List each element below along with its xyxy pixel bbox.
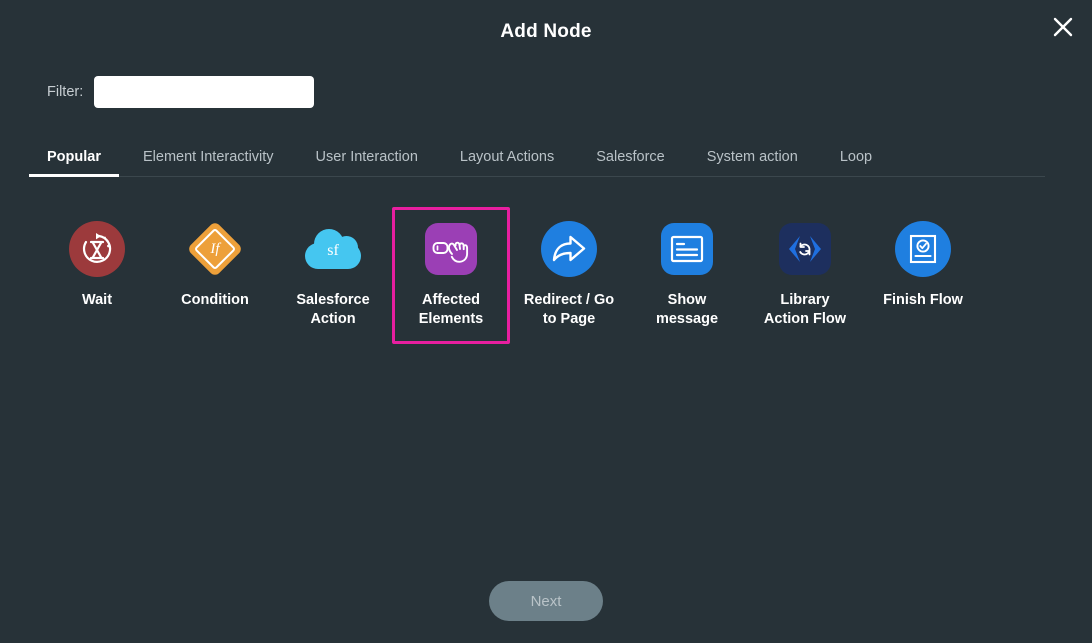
if-diamond-text: If xyxy=(210,240,220,257)
close-icon xyxy=(1052,16,1074,38)
tab-layout-actions[interactable]: Layout Actions xyxy=(460,149,554,176)
node-card-salesforce-action[interactable]: sf Salesforce Action xyxy=(274,207,392,344)
node-label: Affected Elements xyxy=(418,292,484,327)
checked-document-icon xyxy=(895,221,951,277)
filter-row: Filter: xyxy=(47,76,315,108)
pointing-hand-icon xyxy=(423,221,479,277)
node-card-affected-elements[interactable]: Affected Elements xyxy=(392,207,510,344)
tab-salesforce[interactable]: Salesforce xyxy=(596,149,665,176)
tab-popular[interactable]: Popular xyxy=(29,149,119,177)
page-title: Add Node xyxy=(500,21,592,42)
modal-header: Add Node xyxy=(0,0,1092,64)
modal-footer: Next xyxy=(0,581,1092,621)
node-label: Show message xyxy=(655,292,719,327)
code-brackets-refresh-icon xyxy=(777,221,833,277)
salesforce-cloud-icon: sf xyxy=(305,221,361,277)
node-card-condition[interactable]: If Condition xyxy=(156,207,274,325)
node-label: Finish Flow xyxy=(883,292,963,308)
filter-label: Filter: xyxy=(47,84,84,100)
tab-loop[interactable]: Loop xyxy=(840,149,872,176)
filter-input[interactable] xyxy=(94,76,315,108)
node-card-redirect-go-to-page[interactable]: Redirect / Go to Page xyxy=(510,207,628,344)
node-grid: Wait If Condition sf Salesforce Action A… xyxy=(38,207,1054,344)
if-diamond-icon: If xyxy=(186,220,244,278)
tab-user-interaction[interactable]: User Interaction xyxy=(316,149,418,176)
share-arrow-icon xyxy=(541,221,597,277)
next-button[interactable]: Next xyxy=(489,581,603,621)
node-card-library-action-flow[interactable]: Library Action Flow xyxy=(746,207,864,344)
node-card-finish-flow[interactable]: Finish Flow xyxy=(864,207,982,325)
node-card-wait[interactable]: Wait xyxy=(38,207,156,325)
tab-bar: Popular Element Interactivity User Inter… xyxy=(29,140,1045,177)
message-lines-icon xyxy=(659,221,715,277)
node-label: Library Action Flow xyxy=(763,292,847,327)
node-label: Redirect / Go to Page xyxy=(523,292,615,327)
node-label: Salesforce Action xyxy=(296,292,370,327)
close-button[interactable] xyxy=(1044,8,1082,46)
node-label: Wait xyxy=(81,292,113,308)
node-label: Condition xyxy=(181,292,249,308)
tab-system-action[interactable]: System action xyxy=(707,149,798,176)
tab-element-interactivity[interactable]: Element Interactivity xyxy=(143,149,274,176)
hourglass-wait-icon xyxy=(69,221,125,277)
node-card-show-message[interactable]: Show message xyxy=(628,207,746,344)
salesforce-cloud-text: sf xyxy=(327,242,339,259)
